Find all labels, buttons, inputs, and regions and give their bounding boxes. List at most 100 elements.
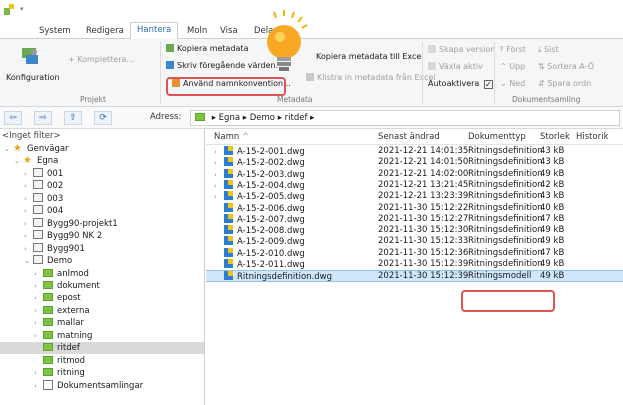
vaxla-aktiv-button[interactable]: Växla aktiv (428, 62, 483, 71)
breadcrumb-demo[interactable]: Demo (250, 113, 275, 123)
tree-item[interactable]: › 004 (24, 205, 63, 217)
dwg-file-icon (224, 214, 233, 223)
tree-item[interactable]: › dokument (34, 280, 100, 292)
file-row[interactable]: › A-15-2-004.dwg 2021-12-21 13:21:45 Ritnin… (206, 180, 623, 191)
file-name: A-15-2-009.dwg (237, 237, 305, 247)
sortera-button[interactable]: ⇅ Sortera A-Ö (538, 62, 594, 71)
chevron-right-icon[interactable]: › (24, 193, 33, 205)
tree-item[interactable]: › mallar (34, 317, 84, 329)
file-row[interactable]: Ritningsdefinition.dwg 2021-11-30 15:12:3… (206, 270, 623, 282)
tree-item[interactable]: › Dokumentsamlingar (34, 380, 143, 392)
chevron-right-icon[interactable]: › (214, 158, 224, 169)
up-folder-button[interactable]: ⇧ (64, 111, 82, 125)
column-header-name[interactable]: Namn ^ (214, 132, 249, 142)
breadcrumb-egna[interactable]: Egna (219, 113, 240, 123)
breadcrumb-separator-icon: ▸ (242, 113, 250, 123)
column-header-doctype[interactable]: Dokumenttyp (468, 132, 526, 142)
tree-filter-select[interactable]: <Inget filter> (2, 131, 202, 143)
file-row[interactable]: › A-15-2-003.dwg 2021-12-21 14:02:00 Ritnin… (206, 169, 623, 180)
tree-item[interactable]: ⌄ ★ Genvägar (4, 143, 69, 155)
kopiera-metadata-button[interactable]: Kopiera metadata (166, 44, 248, 53)
klistra-fran-excel-button[interactable]: Klistra in metadata från Excel (306, 73, 436, 82)
chevron-right-icon[interactable]: › (24, 180, 33, 192)
chevron-right-icon[interactable]: › (24, 205, 33, 217)
kopiera-metadata-label: Kopiera metadata (177, 44, 249, 53)
quick-access-dropdown-icon[interactable]: ▾ (20, 5, 24, 13)
konfiguration-button[interactable]: Konfiguration (6, 42, 60, 92)
file-doctype: Ritningsdefinition (468, 180, 543, 190)
file-row[interactable]: A-15-2-010.dwg 2021-11-30 15:12:36 Ritning… (206, 248, 623, 259)
back-button[interactable]: ⇦ (4, 111, 22, 125)
chevron-right-icon[interactable]: › (34, 280, 43, 292)
tab-moln[interactable]: Moln (181, 24, 213, 39)
column-header-history[interactable]: Historik (576, 132, 609, 142)
tree-item[interactable]: › Bygg90-projekt1 (24, 218, 118, 230)
tree-item[interactable]: ⌄ Demo (24, 255, 72, 267)
file-row[interactable]: › A-15-2-002.dwg 2021-12-21 14:01:50 Ritnin… (206, 157, 623, 168)
tab-hantera[interactable]: Hantera (130, 22, 179, 39)
chevron-down-icon[interactable]: ⌄ (4, 143, 13, 155)
autoaktivera-checkbox[interactable]: Autoaktivera ✓ (428, 79, 493, 89)
tree-item[interactable]: › anlmod (34, 268, 89, 280)
tab-redigera[interactable]: Redigera (80, 24, 130, 39)
app-logo-icon (4, 4, 16, 15)
forst-button[interactable]: ⤒ Först (500, 45, 526, 55)
address-field[interactable]: ▸ Egna ▸ Demo ▸ ritdef ▸ (190, 110, 620, 126)
ned-button[interactable]: ⌄ Ned (500, 79, 525, 88)
folder-icon (43, 318, 53, 326)
chevron-right-icon[interactable]: › (24, 218, 33, 230)
upp-label: Upp (509, 62, 526, 71)
chevron-right-icon[interactable]: › (34, 305, 43, 317)
file-changed: 2021-11-30 15:12:30 (378, 225, 469, 235)
file-row[interactable]: › A-15-2-001.dwg 2021-12-21 14:01:35 Ritnin… (206, 146, 623, 157)
column-header-changed[interactable]: Senast ändrad (378, 132, 440, 142)
tree-item[interactable]: › 003 (24, 193, 63, 205)
tree-item[interactable]: ⌄ ★ Egna (14, 155, 58, 167)
tree-item[interactable]: › Bygg90 NK 2 (24, 230, 102, 242)
kopiera-till-excel-button[interactable]: Kopiera metadata till Excel (316, 52, 424, 61)
file-row[interactable]: A-15-2-007.dwg 2021-11-30 15:12:27 Ritning… (206, 214, 623, 225)
forst-label: Först (506, 45, 526, 54)
chevron-right-icon[interactable]: › (34, 292, 43, 304)
chevron-right-icon[interactable]: › (34, 317, 43, 329)
folder-icon (43, 306, 53, 314)
chevron-down-icon[interactable]: ⌄ (24, 255, 33, 267)
tree-item[interactable]: › matning (34, 330, 92, 342)
chevron-right-icon[interactable]: › (24, 168, 33, 180)
upp-button[interactable]: ⌃ Upp (500, 62, 525, 71)
tree-item[interactable]: ritmod (34, 355, 85, 367)
file-row[interactable]: A-15-2-006.dwg 2021-11-30 15:12:22 Ritning… (206, 203, 623, 214)
file-size: 43 kB (540, 191, 565, 201)
file-row[interactable]: › A-15-2-005.dwg 2021-12-21 13:23:39 Ritnin… (206, 191, 623, 202)
spara-ordning-button[interactable]: ⇵ Spara ordn (538, 79, 591, 88)
tree-item[interactable]: › 001 (24, 168, 63, 180)
tree-item[interactable]: › externa (34, 305, 90, 317)
column-header-size[interactable]: Storlek (540, 132, 570, 142)
file-row[interactable]: A-15-2-011.dwg 2021-11-30 15:12:39 Ritning… (206, 259, 623, 270)
chevron-right-icon[interactable]: › (34, 367, 43, 379)
tab-system[interactable]: System (33, 24, 77, 39)
forward-button[interactable]: ⇨ (34, 111, 52, 125)
komplettera-button[interactable]: + Komplettera... (68, 55, 134, 64)
tab-visa[interactable]: Visa (214, 24, 244, 39)
chevron-right-icon[interactable]: › (24, 243, 33, 255)
tree-item[interactable]: ritdef (34, 342, 80, 354)
chevron-right-icon[interactable]: › (24, 230, 33, 242)
chevron-right-icon[interactable]: › (34, 268, 43, 280)
tree-item-label: Bygg90-projekt1 (47, 219, 118, 229)
sist-button[interactable]: ⤓ Sist (538, 45, 559, 55)
file-doctype: Ritningsmodell (468, 271, 532, 281)
skapa-version-button[interactable]: Skapa version (428, 45, 495, 54)
breadcrumb-ritdef[interactable]: ritdef (285, 113, 308, 123)
chevron-right-icon[interactable]: › (34, 330, 43, 342)
chevron-down-icon[interactable]: ⌄ (14, 155, 23, 167)
tree-item[interactable]: › 002 (24, 180, 63, 192)
chevron-right-icon[interactable]: › (34, 380, 43, 392)
tree-item[interactable]: › ritning (34, 367, 85, 379)
file-row[interactable]: A-15-2-009.dwg 2021-11-30 15:12:33 Ritning… (206, 236, 623, 247)
tree-item[interactable]: › Bygg901 (24, 243, 85, 255)
refresh-button[interactable]: ⟳ (94, 111, 112, 125)
chevron-right-icon[interactable]: › (214, 192, 224, 203)
tree-item[interactable]: › epost (34, 292, 81, 304)
file-row[interactable]: A-15-2-008.dwg 2021-11-30 15:12:30 Ritning… (206, 225, 623, 236)
